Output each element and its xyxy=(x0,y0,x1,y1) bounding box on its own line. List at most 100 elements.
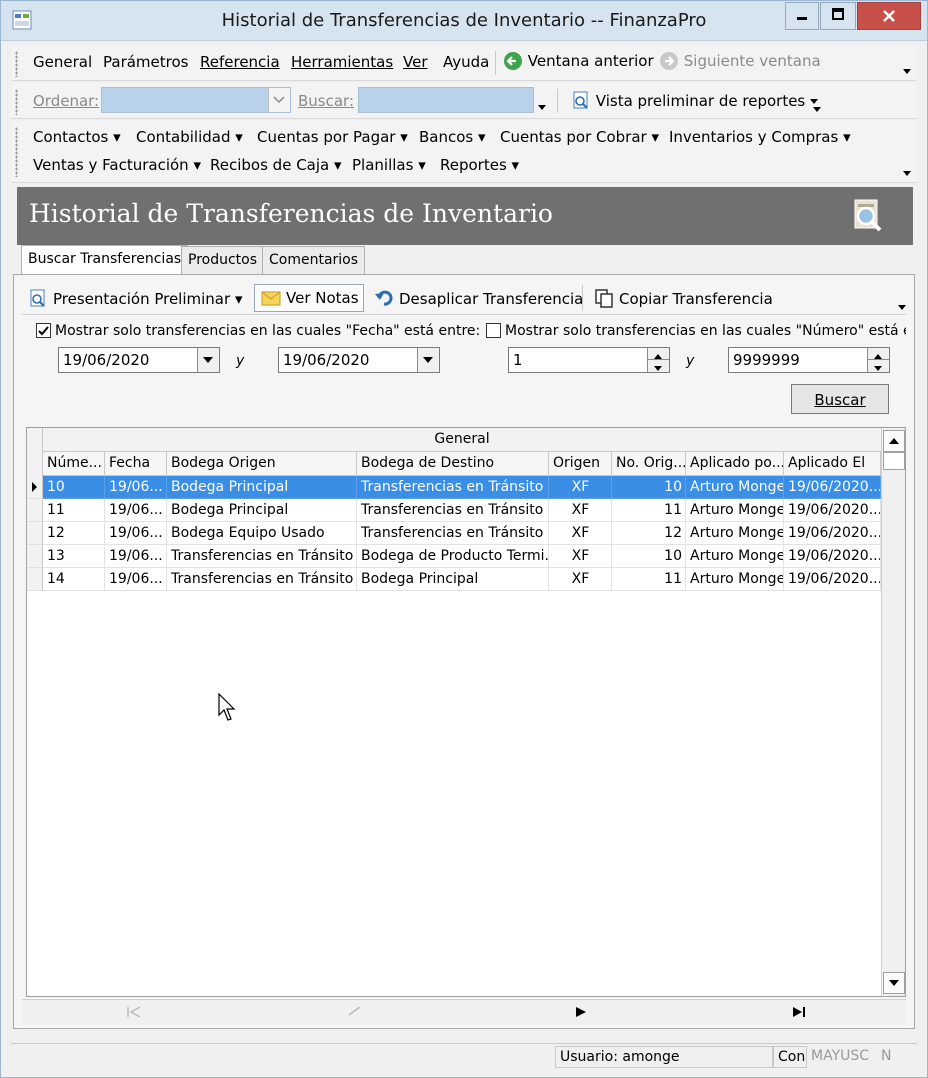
number-to-field[interactable]: 9999999 xyxy=(728,347,890,373)
table-row[interactable]: 14 19/06... Transferencias en Tránsito Bode… xyxy=(27,568,881,591)
cell-aplicado-por[interactable]: Arturo Monge xyxy=(686,476,784,499)
module-cuentas-por-cobrar[interactable]: Cuentas por Cobrar ▾ xyxy=(500,128,659,146)
col-aplicado-el[interactable]: Aplicado El xyxy=(784,452,881,476)
search-button[interactable]: Buscar xyxy=(791,384,889,414)
ordenar-combo[interactable] xyxy=(101,87,291,113)
unapply-button[interactable]: Desaplicar Transferencia xyxy=(374,288,583,308)
overflow-caret-icon[interactable] xyxy=(813,107,821,112)
minimize-button[interactable] xyxy=(785,2,819,30)
col-origen[interactable]: Origen xyxy=(549,452,612,476)
col-bodega-origen[interactable]: Bodega Origen xyxy=(167,452,357,476)
cell-bodega-destino[interactable]: Bodega Principal xyxy=(357,568,549,591)
cell-fecha[interactable]: 19/06... xyxy=(105,476,167,499)
cell-fecha[interactable]: 19/06... xyxy=(105,568,167,591)
maximize-button[interactable] xyxy=(820,2,856,30)
module-contabilidad[interactable]: Contabilidad ▾ xyxy=(136,128,243,146)
cell-bodega-destino[interactable]: Transferencias en Tránsito xyxy=(357,499,549,522)
cell-no-orig[interactable]: 10 xyxy=(612,545,686,568)
toolbar-grip[interactable] xyxy=(15,127,18,177)
col-fecha[interactable]: Fecha xyxy=(105,452,167,476)
cell-no-orig[interactable]: 11 xyxy=(612,568,686,591)
cell-fecha[interactable]: 19/06... xyxy=(105,499,167,522)
date-filter-checkbox[interactable] xyxy=(36,323,51,338)
next-record-icon[interactable] xyxy=(574,1006,588,1018)
col-bodega-destino[interactable]: Bodega de Destino xyxy=(357,452,549,476)
cell-aplicado-el[interactable]: 19/06/2020... xyxy=(784,568,881,591)
cell-no-orig[interactable]: 11 xyxy=(612,499,686,522)
tab-comentarios[interactable]: Comentarios xyxy=(262,246,366,274)
overflow-caret-icon[interactable] xyxy=(903,69,911,74)
overflow-caret-icon[interactable] xyxy=(903,171,911,176)
row-selector[interactable] xyxy=(27,476,43,499)
cell-origen[interactable]: XF xyxy=(549,568,612,591)
cell-origen[interactable]: XF xyxy=(549,476,612,499)
row-selector[interactable] xyxy=(27,545,43,568)
cell-aplicado-el[interactable]: 19/06/2020... xyxy=(784,522,881,545)
overflow-caret-icon[interactable] xyxy=(898,305,906,310)
date-from-dropdown[interactable] xyxy=(197,348,219,372)
number-filter-label[interactable]: Mostrar solo transferencias en las cuale… xyxy=(486,323,906,339)
prev-window-button[interactable]: Ventana anterior xyxy=(503,51,654,71)
cell-numero[interactable]: 11 xyxy=(43,499,105,522)
cell-aplicado-por[interactable]: Arturo Monge xyxy=(686,545,784,568)
number-to-spin-up[interactable] xyxy=(867,348,889,360)
module-ventas-facturacion[interactable]: Ventas y Facturación ▾ xyxy=(33,156,201,174)
module-bancos[interactable]: Bancos ▾ xyxy=(419,128,486,146)
scroll-thumb[interactable] xyxy=(883,452,905,470)
number-filter-checkbox[interactable] xyxy=(486,323,501,338)
next-window-button[interactable]: Siguiente ventana xyxy=(659,51,821,71)
title-bar[interactable]: Historial de Transferencias de Inventari… xyxy=(1,1,927,41)
first-record-icon[interactable] xyxy=(126,1006,142,1018)
module-recibos-caja[interactable]: Recibos de Caja ▾ xyxy=(210,156,342,174)
scroll-down-button[interactable] xyxy=(883,972,905,994)
col-no-orig[interactable]: No. Orig... xyxy=(612,452,686,476)
menu-referencia[interactable]: Referencia xyxy=(200,53,280,71)
vertical-scrollbar[interactable] xyxy=(881,428,905,996)
grid-corner[interactable] xyxy=(27,428,43,476)
table-row[interactable]: 13 19/06... Transferencias en Tránsito Bode… xyxy=(27,545,881,568)
cell-bodega-destino[interactable]: Transferencias en Tránsito xyxy=(357,522,549,545)
row-selector[interactable] xyxy=(27,499,43,522)
cell-numero[interactable]: 12 xyxy=(43,522,105,545)
date-filter-label[interactable]: Mostrar solo transferencias en las cuale… xyxy=(36,323,480,339)
cell-no-orig[interactable]: 10 xyxy=(612,476,686,499)
ver-notas-button[interactable]: Ver Notas xyxy=(254,284,364,312)
ordenar-dropdown-button[interactable] xyxy=(268,88,290,112)
cell-numero[interactable]: 14 xyxy=(43,568,105,591)
row-selector[interactable] xyxy=(27,522,43,545)
buscar-input[interactable] xyxy=(358,87,534,113)
cell-bodega-origen[interactable]: Bodega Principal xyxy=(167,499,357,522)
copy-button[interactable]: Copiar Transferencia xyxy=(594,288,773,308)
cell-aplicado-por[interactable]: Arturo Monge xyxy=(686,522,784,545)
date-to-field[interactable]: 19/06/2020 xyxy=(278,347,440,373)
menu-general[interactable]: General xyxy=(33,53,92,71)
chevron-down-icon[interactable] xyxy=(538,105,546,110)
number-from-field[interactable]: 1 xyxy=(508,347,670,373)
cell-no-orig[interactable]: 12 xyxy=(612,522,686,545)
module-reportes[interactable]: Reportes ▾ xyxy=(440,156,519,174)
cell-bodega-origen[interactable]: Transferencias en Tránsito xyxy=(167,568,357,591)
cell-bodega-origen[interactable]: Transferencias en Tránsito xyxy=(167,545,357,568)
cell-origen[interactable]: XF xyxy=(549,545,612,568)
report-preview-button[interactable]: Vista preliminar de reportes xyxy=(571,90,819,110)
prev-record-icon[interactable] xyxy=(346,1006,362,1018)
module-cuentas-por-pagar[interactable]: Cuentas por Pagar ▾ xyxy=(257,128,408,146)
cell-origen[interactable]: XF xyxy=(549,522,612,545)
row-selector[interactable] xyxy=(27,568,43,591)
cell-aplicado-el[interactable]: 19/06/2020... xyxy=(784,545,881,568)
module-inventarios-compras[interactable]: Inventarios y Compras ▾ xyxy=(669,128,851,146)
table-row[interactable]: 10 19/06... Bodega Principal Transferencias… xyxy=(27,476,881,499)
cell-bodega-destino[interactable]: Transferencias en Tránsito xyxy=(357,476,549,499)
last-record-icon[interactable] xyxy=(792,1006,808,1018)
cell-bodega-destino[interactable]: Bodega de Producto Termi... xyxy=(357,545,549,568)
cell-numero[interactable]: 10 xyxy=(43,476,105,499)
number-from-spin-down[interactable] xyxy=(647,360,669,372)
cell-bodega-origen[interactable]: Bodega Equipo Usado xyxy=(167,522,357,545)
table-row[interactable]: 11 19/06... Bodega Principal Transferencias… xyxy=(27,499,881,522)
cell-origen[interactable]: XF xyxy=(549,499,612,522)
cell-fecha[interactable]: 19/06... xyxy=(105,545,167,568)
cell-bodega-origen[interactable]: Bodega Principal xyxy=(167,476,357,499)
cell-aplicado-el[interactable]: 19/06/2020... xyxy=(784,476,881,499)
preview-button[interactable]: Presentación Preliminar ▾ xyxy=(28,288,242,308)
toolbar-grip[interactable] xyxy=(15,51,18,77)
